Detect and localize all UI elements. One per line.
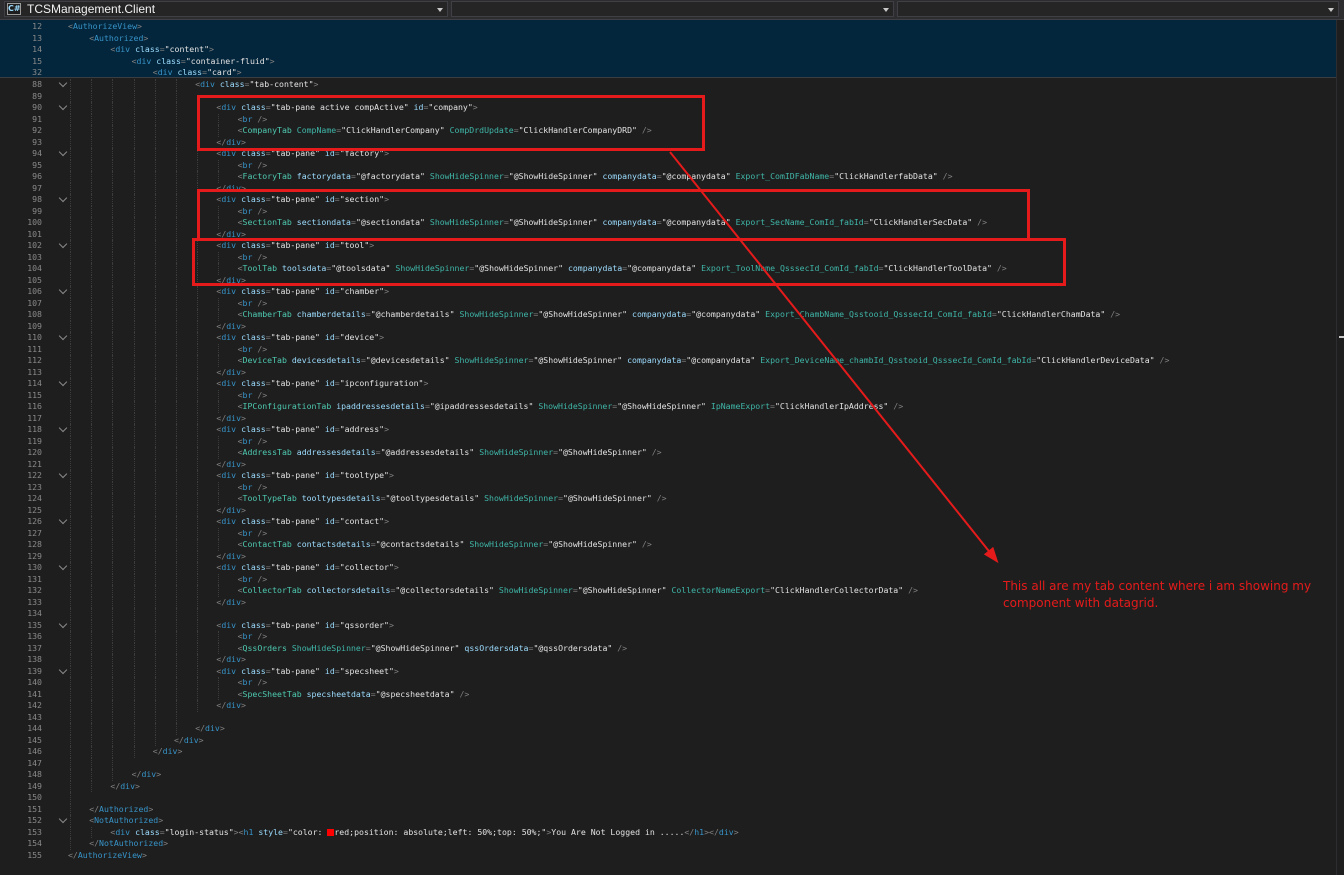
annotation-arrow: [669, 151, 999, 564]
annotation-note: This all are my tab content where i am s…: [1003, 579, 1312, 610]
